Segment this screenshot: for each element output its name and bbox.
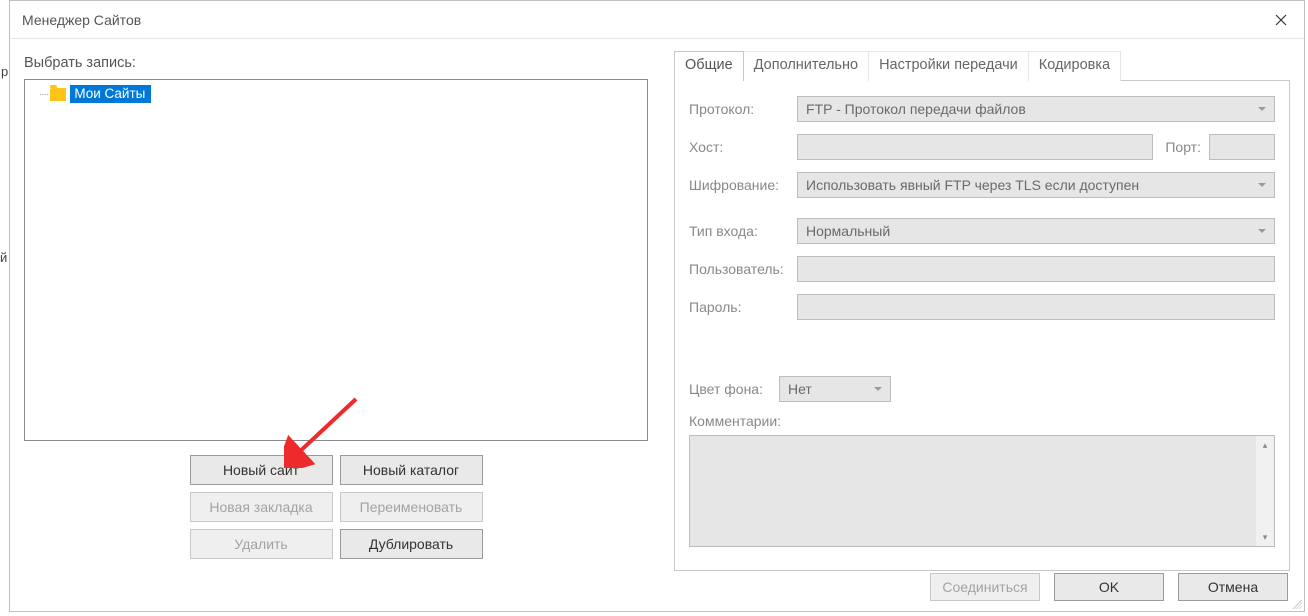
dialog-footer: Соединиться OK Отмена [930,573,1288,601]
tab-strip: Общие Дополнительно Настройки передачи К… [674,51,1290,81]
port-label: Порт: [1165,139,1201,155]
bgcolor-value: Нет [788,381,812,397]
encryption-value: Использовать явный FTP через TLS если до… [806,177,1139,193]
duplicate-button[interactable]: Дублировать [340,529,483,559]
right-panel: Общие Дополнительно Настройки передачи К… [674,51,1290,571]
left-panel: Выбрать запись: ···· Мои Сайты Новый сай… [24,51,648,571]
ok-button[interactable]: OK [1054,573,1164,601]
chevron-down-icon [1258,107,1266,111]
delete-button: Удалить [190,529,333,559]
tab-charset[interactable]: Кодировка [1028,51,1121,81]
user-input[interactable] [797,256,1275,282]
select-entry-label: Выбрать запись: [24,51,648,79]
host-input[interactable] [797,134,1153,160]
password-input[interactable] [797,294,1275,320]
protocol-value: FTP - Протокол передачи файлов [806,101,1026,117]
entry-buttons: Новый сайт Новый каталог Новая закладка … [24,455,648,559]
tab-transfer[interactable]: Настройки передачи [868,51,1029,81]
resize-grip-icon[interactable] [1290,597,1302,609]
rename-button: Переименовать [340,492,483,522]
chevron-down-icon [1258,229,1266,233]
tab-advanced[interactable]: Дополнительно [743,51,869,81]
window-title: Менеджер Сайтов [10,12,141,28]
protocol-dropdown[interactable]: FTP - Протокол передачи файлов [797,96,1275,122]
comments-textarea[interactable]: ▴ ▾ [689,435,1275,547]
site-manager-dialog: Менеджер Сайтов Выбрать запись: ···· Мои… [9,0,1305,612]
tree-root-row[interactable]: ···· Мои Сайты [33,84,639,104]
folder-icon [50,88,66,101]
logon-type-value: Нормальный [806,223,890,239]
encryption-label: Шифрование: [689,177,797,193]
encryption-dropdown[interactable]: Использовать явный FTP через TLS если до… [797,172,1275,198]
titlebar: Менеджер Сайтов [10,1,1304,39]
bgcolor-dropdown[interactable]: Нет [779,376,891,402]
password-label: Пароль: [689,299,797,315]
site-tree[interactable]: ···· Мои Сайты [24,79,648,441]
scroll-up-icon[interactable]: ▴ [1256,436,1274,454]
connect-button: Соединиться [930,573,1040,601]
chevron-down-icon [1258,183,1266,187]
tree-expander-icon: ···· [39,89,48,100]
user-label: Пользователь: [689,261,797,277]
scroll-track[interactable] [1256,454,1274,528]
tab-general[interactable]: Общие [674,51,744,81]
general-panel: Протокол: FTP - Протокол передачи файлов… [674,80,1290,571]
new-folder-button[interactable]: Новый каталог [340,455,483,485]
host-label: Хост: [689,139,797,155]
tree-root-label: Мои Сайты [70,85,151,103]
chevron-down-icon [874,387,882,391]
comments-label: Комментарии: [689,413,1275,435]
logon-type-label: Тип входа: [689,223,797,239]
close-button[interactable] [1258,1,1304,39]
scroll-down-icon[interactable]: ▾ [1256,528,1274,546]
close-icon [1275,14,1287,26]
comments-scrollbar[interactable]: ▴ ▾ [1256,436,1274,546]
new-bookmark-button: Новая закладка [190,492,333,522]
cancel-button[interactable]: Отмена [1178,573,1288,601]
port-input[interactable] [1209,134,1275,160]
protocol-label: Протокол: [689,101,797,117]
logon-type-dropdown[interactable]: Нормальный [797,218,1275,244]
new-site-button[interactable]: Новый сайт [190,455,333,485]
bgcolor-label: Цвет фона: [689,381,779,397]
